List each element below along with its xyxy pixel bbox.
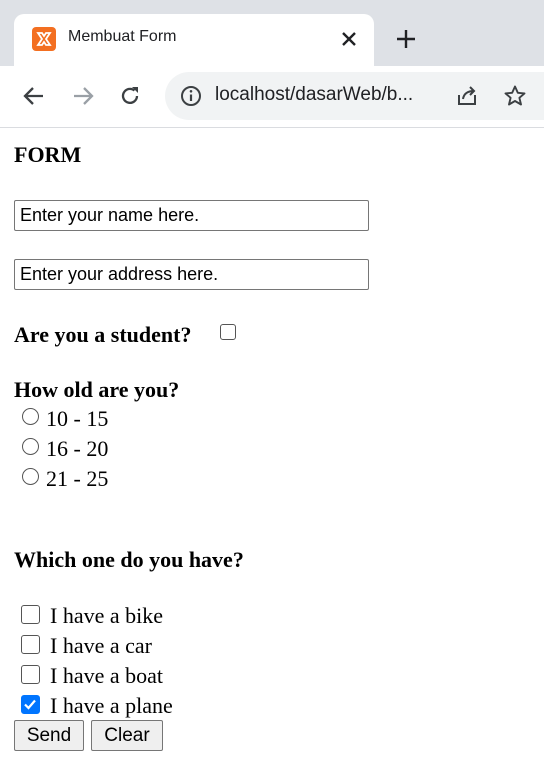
- tab-title: Membuat Form: [68, 28, 177, 45]
- address-bar[interactable]: localhost/dasarWeb/b...: [165, 72, 544, 120]
- browser-toolbar: localhost/dasarWeb/b...: [0, 66, 544, 128]
- form-heading: FORM: [14, 142, 82, 167]
- info-icon[interactable]: [179, 84, 203, 108]
- close-icon[interactable]: [338, 28, 360, 50]
- browser-tab[interactable]: Membuat Form: [14, 14, 374, 66]
- star-icon[interactable]: [503, 84, 527, 108]
- page-content: FORM Are you a student? How old are you?…: [0, 128, 544, 758]
- age-option-label: 16 - 20: [46, 436, 109, 461]
- share-icon[interactable]: [455, 84, 479, 108]
- student-checkbox[interactable]: [220, 324, 236, 340]
- age-radio-3[interactable]: [22, 468, 39, 485]
- clear-button[interactable]: Clear: [91, 720, 163, 751]
- vehicle-option-label: I have a boat: [50, 663, 163, 688]
- back-arrow-icon[interactable]: [22, 84, 46, 108]
- vehicle-option-label: I have a bike: [50, 603, 163, 628]
- age-option-label: 21 - 25: [46, 466, 109, 491]
- vehicle-option-label: I have a car: [50, 633, 152, 658]
- vehicle-question: Which one do you have?: [14, 547, 244, 572]
- plus-icon[interactable]: [394, 27, 418, 51]
- browser-chrome: Membuat Form localhost/dasarWeb/b...: [0, 0, 544, 128]
- age-question: How old are you?: [14, 377, 180, 402]
- bike-checkbox[interactable]: [21, 605, 40, 624]
- xampp-logo-icon: [32, 27, 56, 51]
- vehicle-option-label: I have a plane: [50, 693, 173, 718]
- age-radio-2[interactable]: [22, 438, 39, 455]
- url-text[interactable]: localhost/dasarWeb/b...: [215, 84, 413, 106]
- forward-arrow-icon[interactable]: [71, 84, 95, 108]
- checkmark-icon: [24, 699, 36, 710]
- send-button[interactable]: Send: [14, 720, 84, 751]
- age-option-label: 10 - 15: [46, 406, 109, 431]
- car-checkbox[interactable]: [21, 635, 40, 654]
- address-input[interactable]: [14, 259, 369, 290]
- name-input[interactable]: [14, 200, 369, 231]
- student-question: Are you a student?: [14, 322, 192, 347]
- boat-checkbox[interactable]: [21, 665, 40, 684]
- reload-icon[interactable]: [118, 84, 142, 108]
- age-radio-1[interactable]: [22, 408, 39, 425]
- plane-checkbox[interactable]: [21, 695, 40, 714]
